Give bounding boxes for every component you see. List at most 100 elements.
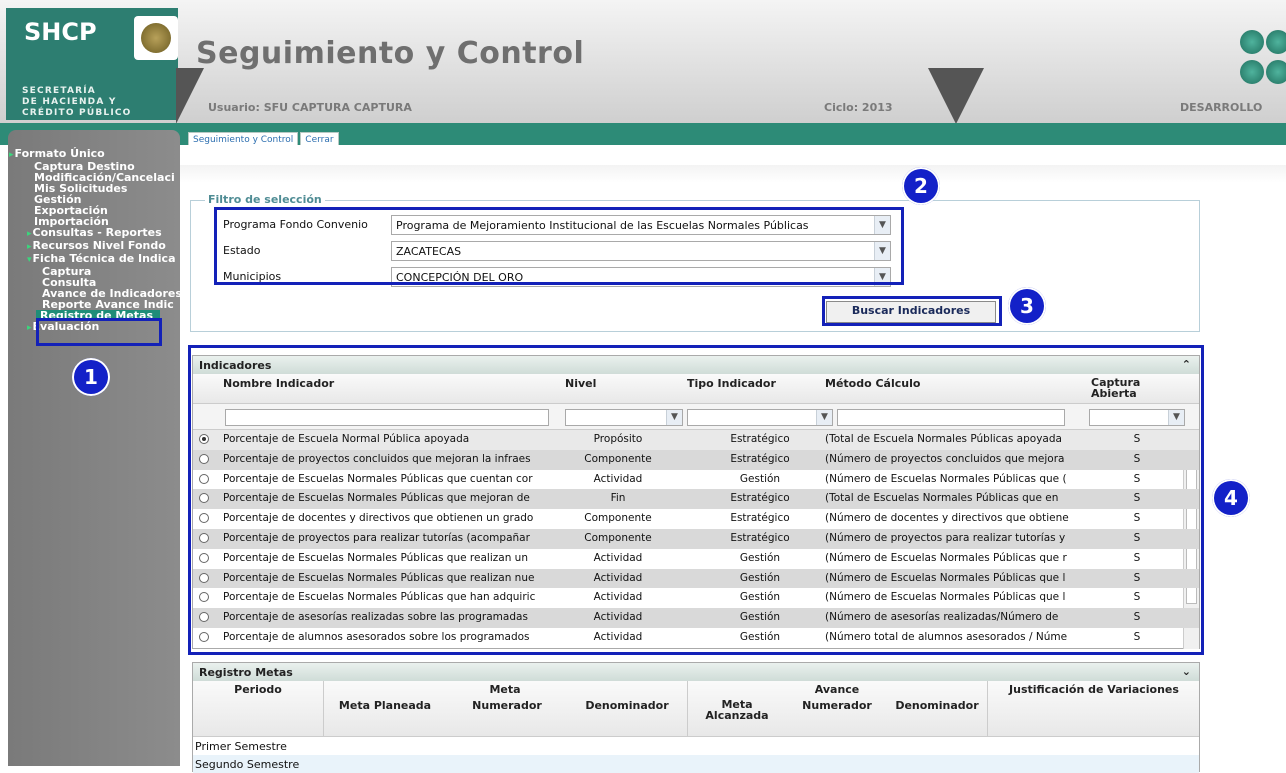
annotation-highlight — [214, 207, 904, 285]
exit-icon[interactable] — [1266, 60, 1286, 84]
phone-icon[interactable] — [1266, 30, 1286, 54]
logo-sub-line: CRÉDITO PÚBLICO — [22, 108, 132, 118]
registro-title: Registro Metas — [199, 666, 293, 679]
print-icon[interactable] — [1240, 30, 1264, 54]
col-numerador: Numerador — [472, 699, 542, 712]
cell-nivel: Propósito — [593, 433, 643, 445]
chevron-down-icon[interactable]: ▼ — [1168, 410, 1184, 425]
cell-tipo: Gestión — [739, 551, 781, 564]
bullet-icon: ▸ — [27, 323, 32, 333]
filter-metodo-input[interactable] — [837, 409, 1065, 426]
table-row[interactable]: Porcentaje de alumnos asesorados sobre l… — [193, 628, 1199, 648]
row-radio[interactable] — [199, 513, 209, 524]
col-captura-line2: Abierta — [1091, 387, 1137, 400]
cell-tipo: Estratégico — [730, 492, 790, 505]
cell-captura: S — [1133, 571, 1141, 584]
cell-tipo: Gestión — [739, 571, 781, 584]
row-radio[interactable] — [199, 434, 209, 444]
row-radio[interactable] — [199, 453, 209, 464]
registro-row[interactable]: Segundo Semestre — [193, 755, 1199, 773]
page-title: Seguimiento y Control — [196, 36, 585, 71]
col-nivel[interactable]: Nivel — [565, 377, 596, 390]
sidebar-item-ficha-tecnica[interactable]: ▾Ficha Técnica de Indica — [8, 253, 180, 266]
row-radio[interactable] — [199, 572, 209, 583]
col-tipo[interactable]: Tipo Indicador — [687, 377, 776, 390]
table-row[interactable]: Porcentaje de Escuelas Normales Públicas… — [193, 568, 1199, 589]
cell-metodo: (Número de asesorías realizadas/Número d… — [825, 611, 1059, 624]
table-row[interactable]: Porcentaje de proyectos para realizar tu… — [193, 528, 1199, 549]
filter-tipo-select[interactable]: ▼ — [687, 409, 833, 426]
cell-tipo: Estratégico — [730, 512, 790, 525]
cell-captura: S — [1133, 452, 1141, 465]
cell-nombre: Porcentaje de Escuelas Normales Públicas… — [223, 571, 535, 584]
environment-label: DESARROLLO — [1180, 101, 1263, 114]
table-row[interactable]: Porcentaje de Escuelas Normales Públicas… — [193, 549, 1199, 569]
col-meta: Meta — [489, 683, 521, 696]
cell-metodo: (Número de Escuelas Normales Públicas qu… — [825, 551, 1067, 564]
registro-row[interactable]: Primer Semestre — [193, 737, 1199, 755]
table-row[interactable]: Porcentaje de docentes y directivos que … — [193, 509, 1199, 529]
filter-nivel-select[interactable]: ▼ — [565, 409, 683, 426]
table-row[interactable]: Porcentaje de proyectos concluidos que m… — [193, 449, 1199, 470]
sidebar-item-label: Consultas - Reportes — [32, 226, 162, 239]
cell-nombre: Porcentaje de Escuela Normal Pública apo… — [223, 433, 470, 445]
expand-icon[interactable]: ⌄ — [1182, 665, 1191, 678]
row-radio[interactable] — [199, 631, 209, 642]
main-content: Filtro de selección Programa Fondo Conve… — [180, 145, 1286, 773]
table-row[interactable]: Porcentaje de Escuelas Normales Públicas… — [193, 489, 1199, 510]
table-row[interactable]: Porcentaje de Escuelas Normales Públicas… — [193, 588, 1199, 608]
cell-nombre: Porcentaje de Escuelas Normales Públicas… — [223, 492, 530, 505]
divider — [180, 165, 1286, 183]
cell-captura: S — [1133, 591, 1141, 604]
cell-metodo: (Número de Escuelas Normales Públicas qu… — [825, 571, 1066, 584]
col-meta-alcanzada-line2: Alcanzada — [705, 709, 769, 722]
cell-nivel: Actividad — [593, 571, 643, 584]
coat-of-arms-icon — [134, 16, 178, 60]
cell-nivel: Actividad — [593, 472, 643, 485]
table-row[interactable]: Porcentaje de Escuela Normal Pública apo… — [193, 430, 1199, 450]
cell-tipo: Gestión — [739, 591, 781, 604]
cell-metodo: (Total de Escuela Normales Públicas apoy… — [825, 433, 1062, 445]
chevron-down-icon[interactable]: ▼ — [816, 410, 832, 425]
col-metodo[interactable]: Método Cálculo — [825, 377, 920, 390]
app-header: SHCP SECRETARÍA DE HACIENDA Y CRÉDITO PÚ… — [0, 0, 1286, 124]
row-radio[interactable] — [199, 552, 209, 563]
cell-nombre: Porcentaje de asesorías realizadas sobre… — [223, 611, 528, 624]
cell-tipo: Estratégico — [730, 531, 790, 544]
logo-sub-line: SECRETARÍA — [22, 86, 96, 96]
col-nombre[interactable]: Nombre Indicador — [223, 377, 334, 390]
cell-captura: S — [1133, 551, 1141, 564]
cell-tipo: Gestión — [739, 611, 781, 624]
chevron-down-icon[interactable]: ▼ — [666, 410, 682, 425]
cell-metodo: (Número de docentes y directivos que obt… — [825, 512, 1069, 525]
table-row[interactable]: Porcentaje de Escuelas Normales Públicas… — [193, 470, 1199, 490]
col-captura[interactable]: Captura Abierta — [1091, 377, 1140, 399]
annotation-highlight — [36, 318, 162, 346]
user-label: Usuario: SFU CAPTURA CAPTURA — [208, 101, 412, 114]
sidebar-item-label: Ficha Técnica de Indica — [32, 252, 176, 265]
bullet-icon: ▸ — [9, 150, 14, 160]
col-meta-planeada: Meta Planeada — [338, 699, 432, 712]
row-radio[interactable] — [199, 612, 209, 623]
step-badge-1: 1 — [72, 358, 110, 396]
help-icon[interactable] — [1240, 60, 1264, 84]
indicadores-title-bar: Indicadores ⌃ — [193, 356, 1199, 374]
collapse-icon[interactable]: ⌃ — [1182, 358, 1191, 371]
cell-captura: S — [1133, 531, 1141, 544]
filter-captura-select[interactable]: ▼ — [1089, 409, 1185, 426]
registro-header: Periodo Meta Meta Planeada Numerador Den… — [193, 681, 1199, 737]
col-denominador: Denominador — [585, 699, 669, 712]
cell-nivel: Componente — [584, 512, 652, 525]
cell-metodo: (Total de Escuelas Normales Públicas que… — [825, 492, 1059, 505]
filter-nombre-input[interactable] — [225, 409, 549, 426]
cycle-label: Ciclo: 2013 — [824, 101, 893, 114]
header-decoration — [928, 68, 984, 124]
row-radio[interactable] — [199, 493, 209, 504]
cell-captura: S — [1133, 611, 1141, 624]
row-radio[interactable] — [199, 473, 209, 484]
cell-metodo: (Número de proyectos concluidos que mejo… — [825, 452, 1065, 465]
row-radio[interactable] — [199, 592, 209, 603]
cell-tipo: Estratégico — [730, 433, 790, 445]
table-row[interactable]: Porcentaje de asesorías realizadas sobre… — [193, 608, 1199, 628]
row-radio[interactable] — [199, 532, 209, 543]
